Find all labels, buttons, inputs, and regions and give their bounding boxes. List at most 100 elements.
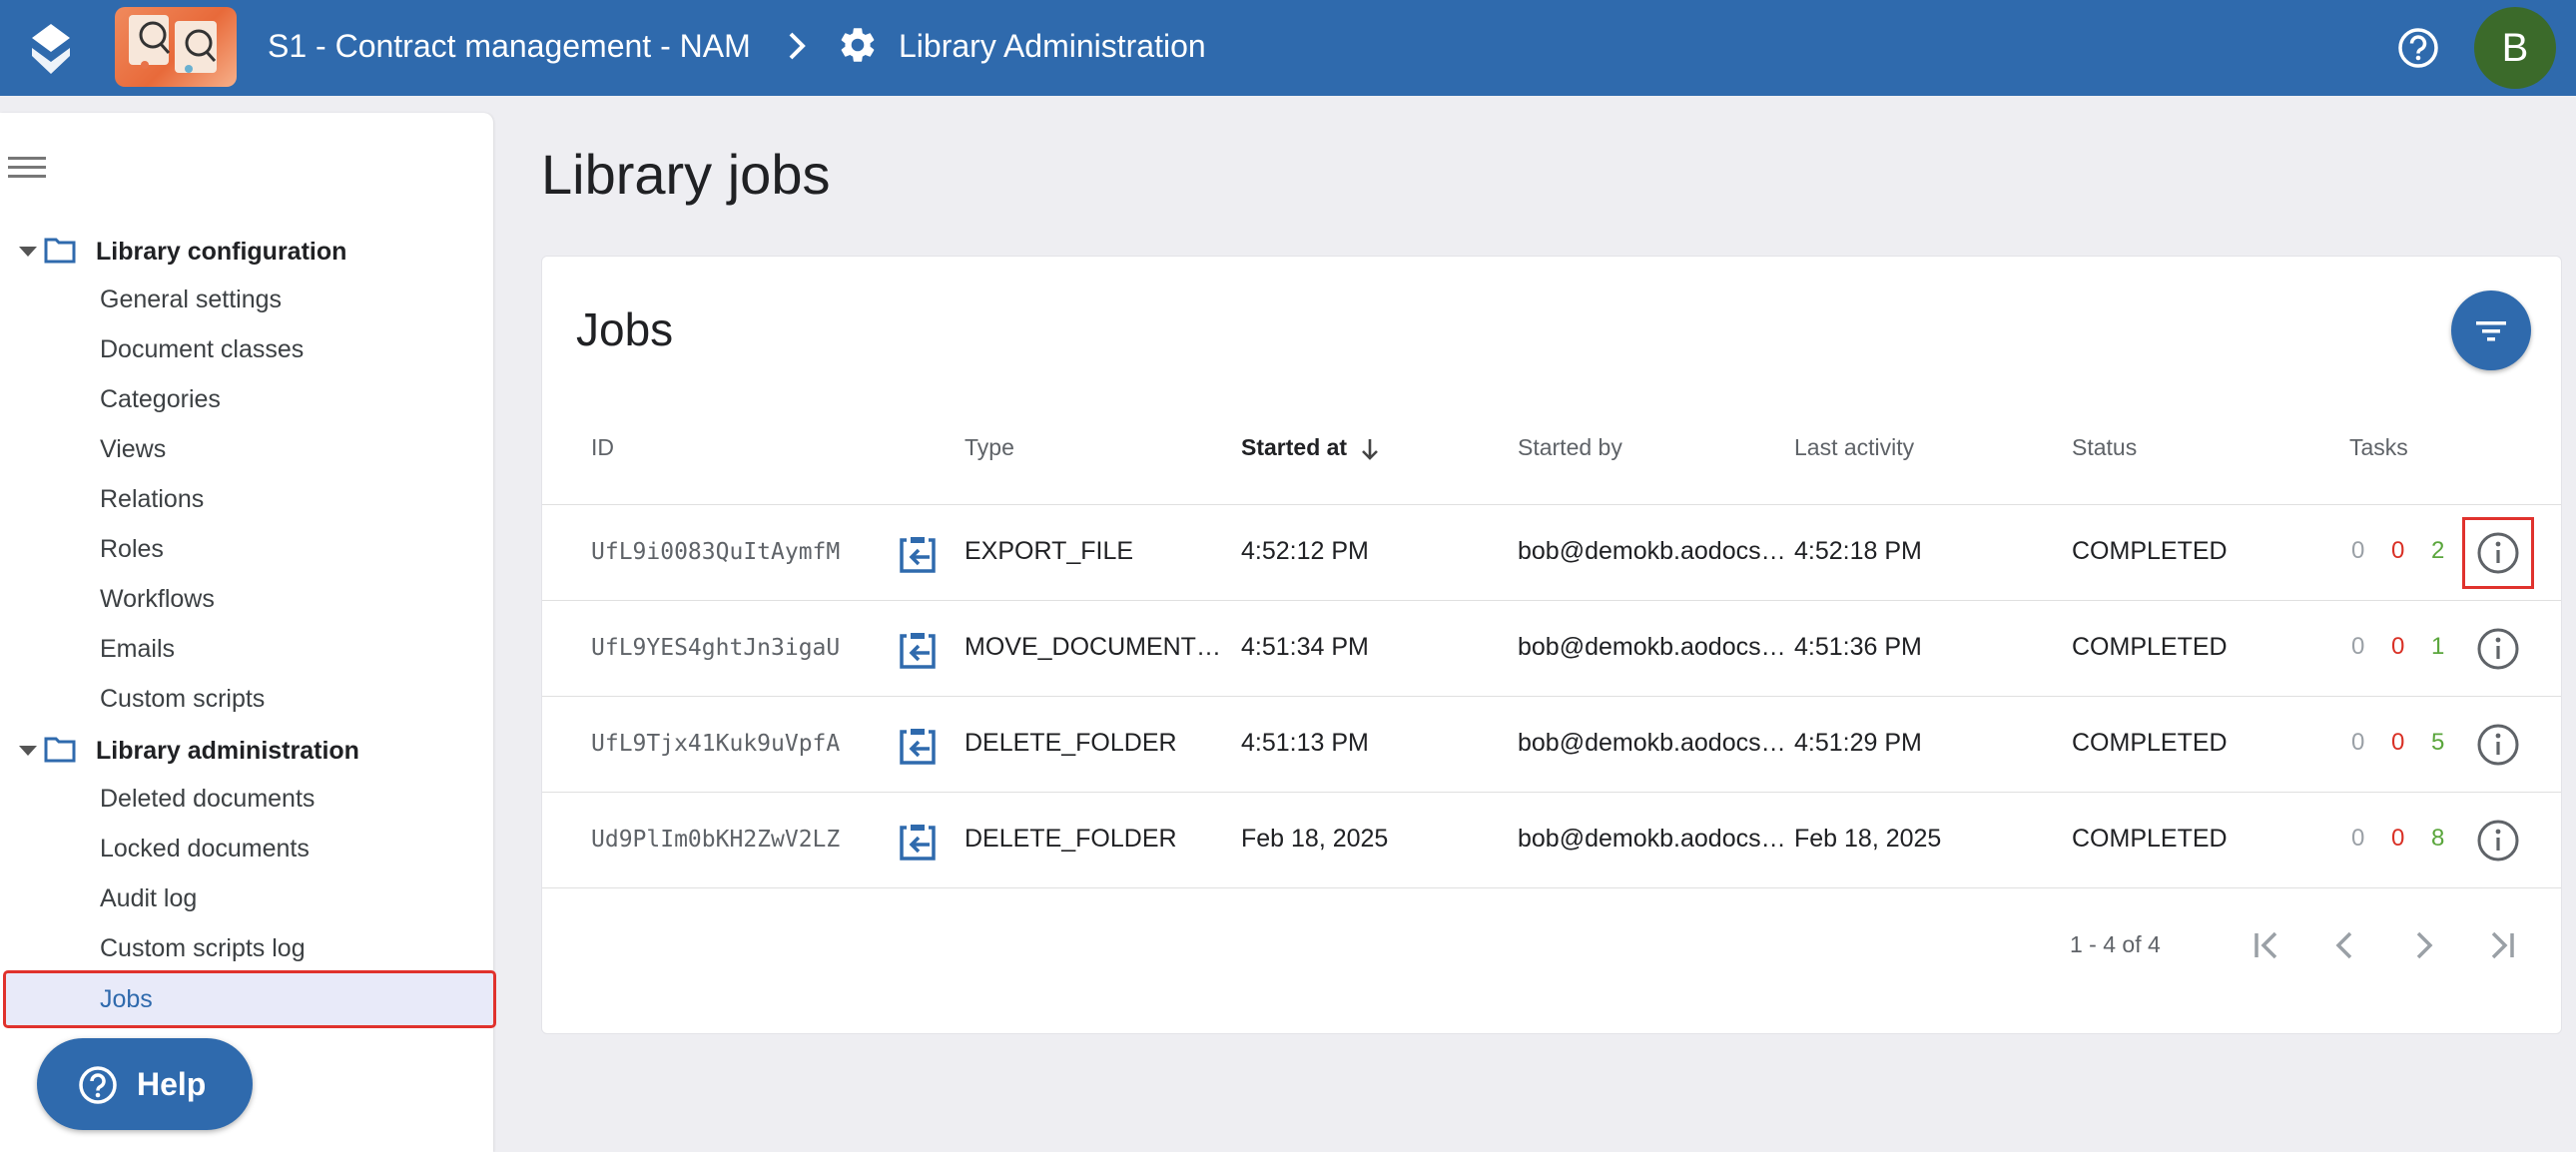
column-header-type[interactable]: Type	[965, 434, 1014, 461]
job-started-at: 4:51:13 PM	[1241, 729, 1369, 757]
job-started-by: bob@demokb.aodocs.com	[1518, 729, 1787, 757]
table-bottom-divider	[542, 887, 2561, 888]
tasks-pending-count: 0	[2351, 537, 2365, 564]
job-started-by: bob@demokb.aodocs.com	[1518, 825, 1787, 853]
column-header-id[interactable]: ID	[591, 434, 614, 461]
column-header-last-activity[interactable]: Last activity	[1794, 434, 1914, 461]
info-icon[interactable]	[2475, 626, 2521, 672]
tasks-completed-count: 2	[2431, 537, 2445, 564]
clipboard-import-icon	[900, 633, 936, 669]
arrow-down-icon[interactable]	[1359, 436, 1381, 462]
sidebar-item-label: Jobs	[100, 985, 153, 1013]
sidebar-item-emails[interactable]: Emails	[0, 625, 493, 673]
sidebar-item-label: Emails	[100, 635, 176, 663]
chevron-right-icon[interactable]	[2403, 925, 2443, 965]
sidebar-item-label: Custom scripts	[100, 685, 266, 713]
sidebar-item-deleted-documents[interactable]: Deleted documents	[0, 775, 493, 823]
sidebar-item-audit-log[interactable]: Audit log	[0, 874, 493, 922]
app-logo-icon[interactable]	[26, 22, 76, 76]
sidebar-item-label: Custom scripts log	[100, 934, 306, 962]
tasks-failed-count: 0	[2391, 537, 2405, 564]
sidebar-item-general-settings[interactable]: General settings	[0, 276, 493, 323]
sidebar-group-library-administration[interactable]: Library administration	[0, 731, 493, 771]
sidebar-item-custom-scripts[interactable]: Custom scripts	[0, 675, 493, 723]
column-header-tasks[interactable]: Tasks	[2349, 434, 2408, 461]
sidebar-item-label: Audit log	[100, 884, 198, 912]
menu-icon[interactable]	[8, 154, 46, 182]
job-type: EXPORT_FILE	[965, 537, 1134, 565]
job-status: COMPLETED	[2072, 633, 2228, 661]
top-bar: S1 - Contract management - NAM Library A…	[0, 0, 2576, 96]
sidebar-item-label: Document classes	[100, 335, 305, 363]
tasks-pending-count: 0	[2351, 729, 2365, 756]
job-started-at: 4:52:12 PM	[1241, 537, 1369, 565]
sidebar-item-views[interactable]: Views	[0, 425, 493, 473]
help-circle-icon[interactable]	[2396, 26, 2440, 70]
sidebar-item-custom-scripts-log[interactable]: Custom scripts log	[0, 924, 493, 972]
sidebar-group-label: Library administration	[96, 737, 359, 765]
sidebar-group-library-configuration[interactable]: Library configuration	[0, 232, 493, 272]
info-icon[interactable]	[2475, 818, 2521, 864]
table-row[interactable]: UfL9YES4ghtJn3igaU MOVE_DOCUMENTS_TO_FOL…	[542, 600, 2561, 696]
job-started-by: bob@demokb.aodocs.com	[1518, 537, 1787, 565]
info-icon[interactable]	[2462, 517, 2534, 589]
job-last-activity: 4:51:29 PM	[1794, 729, 1922, 757]
tasks-failed-count: 0	[2391, 633, 2405, 660]
sidebar-item-categories[interactable]: Categories	[0, 375, 493, 423]
table-row[interactable]: Ud9PlIm0bKH2ZwV2LZ DELETE_FOLDER Feb 18,…	[542, 792, 2561, 887]
breadcrumb-library[interactable]: S1 - Contract management - NAM	[268, 26, 751, 66]
sidebar-item-label: Locked documents	[100, 835, 310, 863]
folder-icon	[44, 238, 76, 264]
chevron-right-icon	[789, 32, 806, 60]
column-header-started-by[interactable]: Started by	[1518, 434, 1622, 461]
info-icon[interactable]	[2475, 722, 2521, 768]
user-avatar[interactable]: B	[2474, 7, 2556, 89]
filter-button[interactable]	[2451, 290, 2531, 370]
tasks-failed-count: 0	[2391, 729, 2405, 756]
tasks-failed-count: 0	[2391, 825, 2405, 852]
sidebar-item-workflows[interactable]: Workflows	[0, 575, 493, 623]
folder-icon	[44, 737, 76, 763]
sidebar-item-relations[interactable]: Relations	[0, 475, 493, 523]
sidebar-item-locked-documents[interactable]: Locked documents	[0, 825, 493, 872]
clipboard-import-icon	[900, 825, 936, 861]
sidebar-item-label: Relations	[100, 485, 205, 513]
breadcrumb-page: Library Administration	[899, 28, 1206, 64]
sidebar-item-label: Views	[100, 435, 167, 463]
help-button-label: Help	[137, 1066, 207, 1102]
table-row[interactable]: UfL9i0083QuItAymfM EXPORT_FILE 4:52:12 P…	[542, 504, 2561, 600]
caret-down-icon[interactable]	[19, 247, 37, 257]
help-button[interactable]: Help	[37, 1038, 253, 1130]
job-started-at: 4:51:34 PM	[1241, 633, 1369, 661]
first-page-icon[interactable]	[2248, 925, 2287, 965]
sidebar-item-label: Categories	[100, 385, 221, 413]
sidebar-item-document-classes[interactable]: Document classes	[0, 325, 493, 373]
sidebar-item-label: Deleted documents	[100, 785, 316, 813]
library-logo[interactable]	[115, 7, 237, 87]
clipboard-import-icon	[900, 537, 936, 573]
gear-icon	[841, 28, 875, 62]
job-type: MOVE_DOCUMENTS_TO_FOLDER	[965, 633, 1232, 661]
table-row[interactable]: UfL9Tjx41Kuk9uVpfA DELETE_FOLDER 4:51:13…	[542, 696, 2561, 792]
card-title: Jobs	[576, 303, 674, 355]
job-status: COMPLETED	[2072, 537, 2228, 565]
last-page-icon[interactable]	[2481, 925, 2521, 965]
sidebar-item-label: Workflows	[100, 585, 215, 613]
sidebar-item-roles[interactable]: Roles	[0, 525, 493, 573]
job-last-activity: 4:51:36 PM	[1794, 633, 1922, 661]
job-id: Ud9PlIm0bKH2ZwV2LZ	[591, 827, 841, 853]
job-type: DELETE_FOLDER	[965, 825, 1177, 853]
column-header-status[interactable]: Status	[2072, 434, 2137, 461]
help-circle-icon	[79, 1066, 117, 1104]
sidebar-item-label: Roles	[100, 535, 164, 563]
sidebar-item-jobs[interactable]: Jobs	[3, 970, 496, 1028]
column-header-started-at[interactable]: Started at	[1241, 434, 1347, 461]
sidebar: Library configuration General settings D…	[0, 113, 496, 1152]
job-id: UfL9i0083QuItAymfM	[591, 539, 841, 565]
page-title: Library jobs	[541, 143, 831, 206]
job-status: COMPLETED	[2072, 825, 2228, 853]
chevron-left-icon[interactable]	[2325, 925, 2365, 965]
tasks-completed-count: 5	[2431, 729, 2445, 756]
sidebar-group-label: Library configuration	[96, 238, 347, 266]
caret-down-icon[interactable]	[19, 746, 37, 756]
